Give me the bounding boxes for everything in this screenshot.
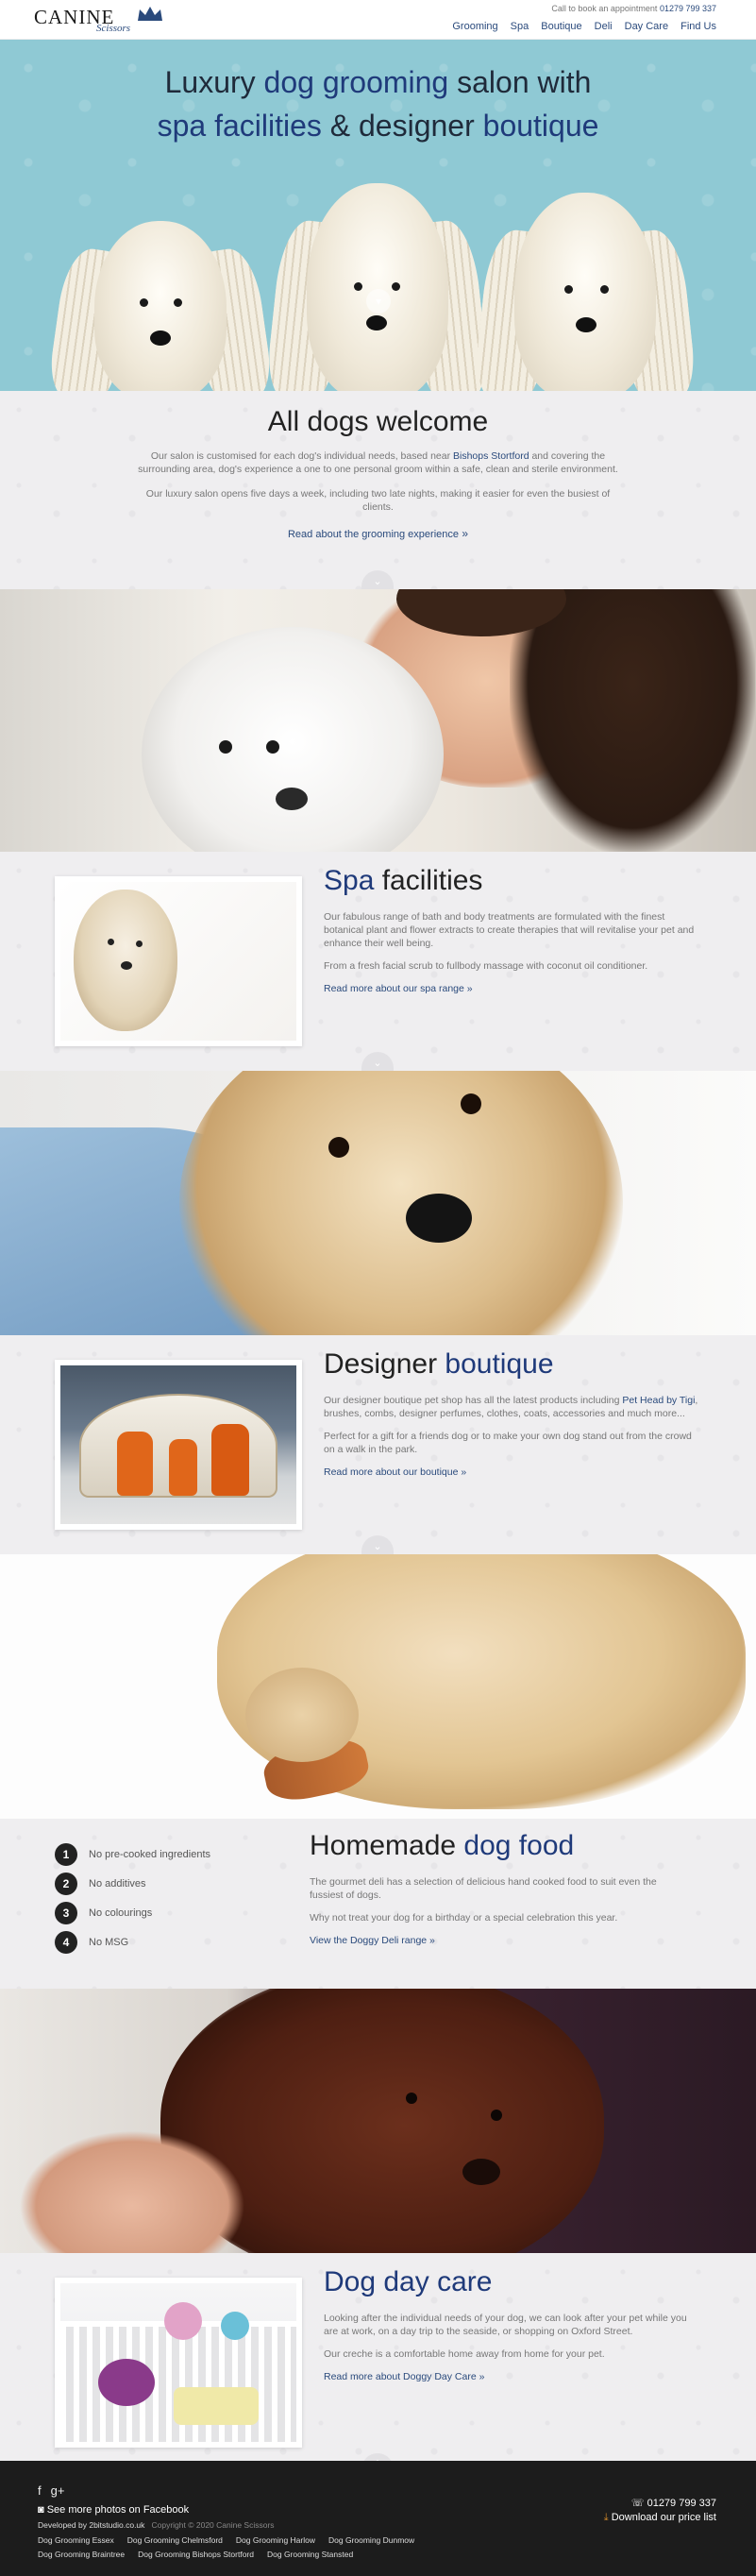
hero-heading: Luxury dog grooming salon with spa facil… [157, 65, 599, 143]
photo-woman-with-dog [0, 589, 756, 852]
camera-icon: ◙ [38, 2504, 44, 2516]
number-badge: 4 [55, 1930, 77, 1954]
food-features-list: 1 No pre-cooked ingredients 2 No additives… [55, 1839, 210, 1957]
daycare-creche-image [60, 2283, 296, 2442]
footer-link-chelmsford[interactable]: Dog Grooming Chelmsford [127, 2535, 223, 2545]
daycare-text-1: Looking after the individual needs of yo… [324, 2313, 687, 2337]
list-item: 1 No pre-cooked ingredients [55, 1839, 210, 1869]
footer-link-braintree[interactable]: Dog Grooming Braintree [38, 2550, 125, 2559]
boutique-more-link[interactable]: Read more about our boutique [324, 1466, 466, 1478]
copyright: Copyright © 2020 Canine Scissors [151, 2520, 275, 2530]
nav-deli[interactable]: Deli [595, 21, 613, 32]
google-plus-icon[interactable]: g+ [51, 2483, 65, 2498]
nav-day-care[interactable]: Day Care [625, 21, 668, 32]
boutique-title: Designer boutique [324, 1348, 554, 1380]
footer-link-harlow[interactable]: Dog Grooming Harlow [236, 2535, 315, 2545]
facebook-photos-link[interactable]: ◙ See more photos on Facebook [38, 2504, 189, 2516]
chevron-down-icon: ▾ [375, 295, 382, 308]
spa-text-2: From a fresh facial scrub to fullbody ma… [324, 960, 648, 972]
food-text-2: Why not treat your dog for a birthday or… [310, 1912, 618, 1924]
photo-dog-eating [0, 1554, 756, 1819]
food-body: The gourmet deli has a selection of deli… [310, 1875, 687, 1947]
boutique-text-2: Perfect for a gift for a friends dog or … [324, 1431, 692, 1455]
poodle-image-center [264, 183, 491, 391]
appointment-call: Call to book an appointment 01279 799 33… [551, 4, 716, 13]
list-item: 3 No colourings [55, 1898, 210, 1927]
chevron-down-icon: ⌄ [373, 1541, 382, 1552]
header-phone[interactable]: 01279 799 337 [660, 4, 716, 13]
spa-title: Spa facilities [324, 865, 483, 896]
section-tab[interactable]: ⌄ [361, 570, 394, 589]
download-icon: ⤓ [603, 2512, 609, 2523]
poodle-image-left [46, 221, 275, 391]
deli-more-link[interactable]: View the Doggy Deli range [310, 1935, 435, 1946]
chevron-down-icon: ⌄ [373, 1058, 382, 1069]
logo-script: Scissors [96, 23, 131, 34]
section-tab[interactable]: ⌄ [361, 1535, 394, 1554]
food-text-1: The gourmet deli has a selection of deli… [310, 1876, 657, 1901]
nav-find-us[interactable]: Find Us [680, 21, 716, 32]
spa-more-link[interactable]: Read more about our spa range [324, 983, 473, 994]
call-text: Call to book an appointment [551, 4, 658, 13]
welcome-section: All dogs welcome Our salon is customised… [0, 391, 756, 589]
number-badge: 3 [55, 1901, 77, 1924]
facebook-icon[interactable]: f [38, 2483, 42, 2498]
main-nav: Grooming Spa Boutique Deli Day Care Find… [452, 21, 716, 32]
spa-image-frame [55, 876, 302, 1046]
welcome-text-2: Our luxury salon opens five days a week,… [145, 488, 611, 513]
poodle-image-right [472, 193, 698, 391]
boutique-products-image [60, 1365, 296, 1524]
footer-credits: Developed by 2bitstudio.co.uk Copyright … [38, 2520, 275, 2530]
food-title: Homemade dog food [310, 1830, 575, 1861]
daycare-section: Dog day care Looking after the individua… [0, 2253, 756, 2472]
number-badge: 2 [55, 1872, 77, 1895]
nav-spa[interactable]: Spa [511, 21, 529, 32]
footer-link-essex[interactable]: Dog Grooming Essex [38, 2535, 114, 2545]
hero-banner: Luxury dog grooming salon with spa facil… [0, 40, 756, 391]
daycare-body: Looking after the individual needs of yo… [324, 2312, 701, 2383]
spa-dog-image [60, 882, 296, 1041]
footer-links: Dog Grooming Essex Dog Grooming Chelmsfo… [38, 2535, 510, 2559]
boutique-section: Designer boutique Our designer boutique … [0, 1335, 756, 1554]
social-icons: f g+ [38, 2483, 64, 2498]
photo-fluffy-dog [0, 1071, 756, 1335]
footer-link-dunmow[interactable]: Dog Grooming Dunmow [328, 2535, 414, 2545]
crown-icon [138, 7, 162, 21]
daycare-image-frame [55, 2278, 302, 2448]
price-list-link[interactable]: ⤓ Download our price list [604, 2512, 716, 2524]
site-header: CANINE Scissors Call to book an appointm… [0, 0, 756, 40]
spa-body: Our fabulous range of bath and body trea… [324, 910, 701, 995]
welcome-title: All dogs welcome [267, 406, 489, 437]
boutique-body: Our designer boutique pet shop has all t… [324, 1394, 701, 1479]
footer-link-stansted[interactable]: Dog Grooming Stansted [267, 2550, 353, 2559]
boutique-image-frame [55, 1360, 302, 1530]
list-item: 4 No MSG [55, 1927, 210, 1957]
logo[interactable]: CANINE Scissors [34, 4, 162, 36]
footer-link-bishops-stortford[interactable]: Dog Grooming Bishops Stortford [138, 2550, 254, 2559]
welcome-text-1: Our salon is customised for each dog's i… [138, 450, 618, 475]
developer-link[interactable]: Developed by 2bitstudio.co.uk [38, 2520, 144, 2530]
phone-icon: ☏ [630, 2498, 645, 2509]
chevron-down-icon: ⌄ [373, 576, 382, 587]
daycare-more-link[interactable]: Read more about Doggy Day Care [324, 2371, 484, 2382]
site-footer: f g+ ◙ See more photos on Facebook Devel… [0, 2461, 756, 2576]
nav-grooming[interactable]: Grooming [452, 21, 497, 32]
bishops-stortford-link[interactable]: Bishops Stortford [453, 450, 529, 462]
section-tab[interactable]: ⌄ [361, 1052, 394, 1071]
spa-section: Spa facilities Our fabulous range of bat… [0, 852, 756, 1071]
number-badge: 1 [55, 1842, 77, 1866]
list-item: 2 No additives [55, 1869, 210, 1898]
grooming-more-link[interactable]: Read about the grooming experience [0, 527, 756, 540]
boutique-text-1: Our designer boutique pet shop has all t… [324, 1395, 698, 1419]
daycare-title: Dog day care [324, 2266, 493, 2297]
photo-brown-dog [0, 1989, 756, 2253]
pet-head-link[interactable]: Pet Head by Tigi [622, 1395, 695, 1406]
nav-boutique[interactable]: Boutique [541, 21, 581, 32]
spa-text-1: Our fabulous range of bath and body trea… [324, 911, 695, 949]
scroll-down-button[interactable]: ▾ [366, 289, 391, 314]
food-section: 1 No pre-cooked ingredients 2 No additives… [0, 1819, 756, 1989]
footer-phone[interactable]: ☏ 01279 799 337 [631, 2497, 716, 2509]
daycare-text-2: Our creche is a comfortable home away fr… [324, 2348, 605, 2360]
